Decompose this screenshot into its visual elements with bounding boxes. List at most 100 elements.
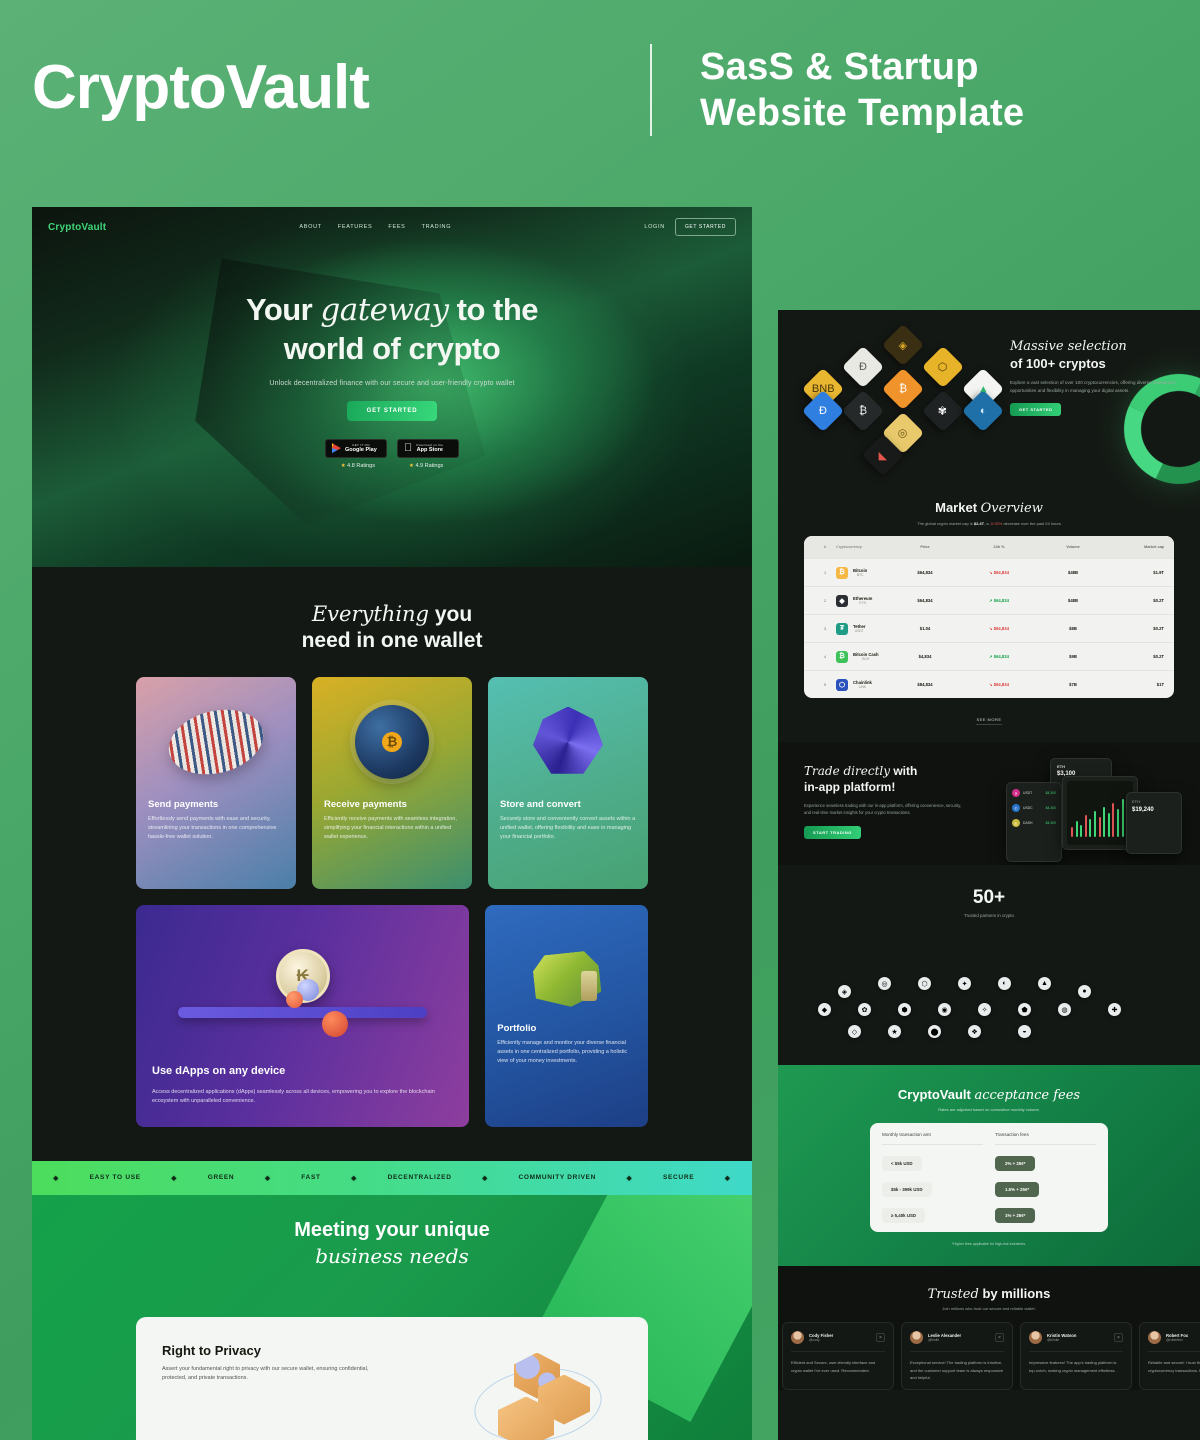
feature-card-dapps[interactable]: ₭ Use dApps on any device Access decentr… bbox=[136, 904, 470, 1127]
see-more-button[interactable]: SEE MORE bbox=[976, 717, 1002, 725]
partner-logo[interactable]: ⬤ bbox=[928, 1025, 941, 1039]
ticker-item: FAST bbox=[301, 1174, 321, 1181]
fee-amount: $5k - 399k USD bbox=[882, 1182, 932, 1198]
testimonial-handle: @robertfox bbox=[1166, 1338, 1183, 1343]
partner-logo[interactable]: ⬢ bbox=[898, 1003, 911, 1017]
fees-heading-emphasis: acceptance fees bbox=[974, 1088, 1081, 1104]
banner-subtitle-line2: Website Template bbox=[700, 92, 1025, 135]
hero-content: Your gateway to the world of crypto Unlo… bbox=[32, 247, 752, 469]
feature-card-receive[interactable]: ₿ Receive payments Efficiently receive p… bbox=[312, 676, 472, 889]
close-icon[interactable]: × bbox=[1114, 1333, 1123, 1343]
store-badge-apple-icon[interactable]:  Download on theApp Store bbox=[397, 438, 459, 458]
nav-link-about[interactable]: ABOUT bbox=[299, 224, 321, 230]
testimonial-card[interactable]: Robert Fox@robertfox × Reliable and secu… bbox=[1139, 1322, 1200, 1391]
row-volume: $48B bbox=[1067, 570, 1078, 575]
avatar bbox=[1029, 1331, 1042, 1345]
testimonials-section: Trusted by millions Join millions who tr… bbox=[778, 1266, 1200, 1391]
features-section: Everything you need in one wallet Send p… bbox=[32, 567, 752, 1127]
table-row[interactable]: 2 ◆ Ethereum ETH $64,834 ↗ $64,834 $48B $… bbox=[804, 586, 1174, 614]
close-icon[interactable]: × bbox=[876, 1333, 885, 1343]
partner-logo[interactable]: ★ bbox=[888, 1025, 901, 1039]
trading-app-screens: ETH $3,100 ₮ USDT $4,300 © USDC $4,300 Ð… bbox=[996, 758, 1186, 868]
token-symbol: USDC bbox=[1023, 806, 1033, 810]
fee-value: 1.5% + 25¢* bbox=[995, 1182, 1040, 1198]
feature-cards-row-2: ₭ Use dApps on any device Access decentr… bbox=[32, 889, 752, 1127]
close-icon[interactable]: × bbox=[995, 1333, 1004, 1343]
table-row[interactable]: 3 ₮ Tether USDT $1.04 ↘ $64,834 $8B $0.2T bbox=[804, 614, 1174, 642]
candlestick-chart bbox=[1067, 781, 1133, 845]
partner-logo[interactable]: ◒ bbox=[1018, 1025, 1031, 1039]
nav-link-features[interactable]: FEATURES bbox=[338, 224, 373, 230]
table-row[interactable]: 4 ₿ Bitcoin Cash BCH $4,834 ↗ $64,834 $9B… bbox=[804, 642, 1174, 670]
partner-logo[interactable]: ✦ bbox=[958, 977, 971, 991]
massive-heading-emphasis: Massive selection bbox=[1010, 339, 1127, 354]
row-volume: $7B bbox=[1069, 682, 1077, 687]
market-cap-post: decrease over the past 24 hours bbox=[1002, 521, 1061, 526]
partner-logo[interactable]: ✧ bbox=[978, 1003, 991, 1017]
nav-login-link[interactable]: LOGIN bbox=[644, 224, 665, 230]
privacy-card[interactable]: Right to Privacy Assert your fundamental… bbox=[136, 1316, 648, 1440]
partner-logo[interactable]: ◎ bbox=[878, 977, 891, 991]
fee-amount: ≥ 5,40k USD bbox=[882, 1208, 926, 1224]
partner-logo[interactable]: ❖ bbox=[968, 1025, 981, 1039]
market-table-body: 1 ₿ Bitcoin BTC $64,834 ↘ $64,834 $48B $1… bbox=[804, 558, 1174, 698]
balance-bar bbox=[178, 1006, 428, 1018]
banner-divider bbox=[650, 44, 652, 136]
bitcoin-grey-icon[interactable]: ₿ bbox=[841, 389, 885, 433]
nav-link-fees[interactable]: FEES bbox=[388, 224, 405, 230]
column-market-cap: Market cap bbox=[1144, 545, 1164, 549]
start-trading-button[interactable]: START TRADING bbox=[804, 826, 861, 840]
nav-link-trading[interactable]: TRADING bbox=[422, 224, 452, 230]
ticker-item: EASY TO USE bbox=[89, 1174, 141, 1181]
fees-section: CryptoVault acceptance fees Rates are ad… bbox=[778, 1065, 1200, 1267]
feature-card-body: Effortlessly send payments with ease and… bbox=[148, 815, 277, 840]
ethereum-diamond-icon: ◆ bbox=[482, 1174, 488, 1182]
testimonial-card[interactable]: Cody Fisher @cody × Efficient and Secure,… bbox=[782, 1322, 894, 1391]
hero-section: CryptoVault ABOUT FEATURES FEES TRADING LOG… bbox=[32, 207, 752, 567]
navbar: CryptoVault ABOUT FEATURES FEES TRADING LOG… bbox=[32, 207, 752, 247]
features-heading-line2: need in one wallet bbox=[301, 629, 483, 653]
trade-heading-rest: with bbox=[890, 764, 918, 778]
token-value: $4,300 bbox=[1045, 821, 1056, 825]
partner-logo[interactable]: ● bbox=[1078, 985, 1091, 999]
feature-card-send[interactable]: Send payments Effortlessly send payments… bbox=[136, 676, 296, 889]
table-row[interactable]: 1 ₿ Bitcoin BTC $64,834 ↘ $64,834 $48B $1… bbox=[804, 558, 1174, 586]
partner-logo[interactable]: ⬟ bbox=[1018, 1003, 1031, 1017]
polygon-icon[interactable]: ◈ bbox=[881, 323, 925, 367]
token-symbol: USDT bbox=[1023, 791, 1033, 795]
partner-logo[interactable]: ◍ bbox=[1058, 1003, 1071, 1017]
partner-logo[interactable]: ◉ bbox=[938, 1003, 951, 1017]
nav-get-started-button[interactable]: GET STARTED bbox=[674, 218, 736, 236]
dogecoin-icon[interactable]: Ð bbox=[841, 345, 885, 389]
trade-body: Experience seamless trading with our in-… bbox=[804, 802, 962, 816]
testimonial-card[interactable]: Leslie Alexander @leslie × Exceptional se… bbox=[901, 1322, 1013, 1391]
store-badge-google-play-icon[interactable]: GET IT ON Google Play bbox=[325, 438, 387, 458]
row-change: ↘ $64,834 bbox=[989, 626, 1009, 631]
partner-logo[interactable]: ◈ bbox=[838, 985, 851, 999]
testimonial-body: Reliable and secure! I trust this wallet… bbox=[1148, 1351, 1200, 1374]
hero-get-started-button[interactable]: GET STARTED bbox=[346, 400, 438, 421]
balance-symbol: ETH bbox=[1132, 799, 1140, 804]
chainlink-icon[interactable]: ⬡ bbox=[921, 345, 965, 389]
feature-card-store[interactable]: Store and convert Securely store and con… bbox=[488, 676, 648, 889]
gear-token-icon[interactable]: ✾ bbox=[921, 389, 965, 433]
partner-logo[interactable]: ◐ bbox=[998, 977, 1011, 991]
partner-logo[interactable]: ✚ bbox=[1108, 1003, 1121, 1017]
partner-logo[interactable]: ▲ bbox=[1038, 977, 1051, 991]
partner-logo[interactable]: ◇ bbox=[848, 1025, 861, 1039]
row-coin-symbol: BCH bbox=[862, 657, 870, 661]
tether-icon: ₮ bbox=[836, 622, 848, 635]
feature-card-portfolio[interactable]: Portfolio Efficiently manage and monitor… bbox=[485, 904, 648, 1127]
nav-logo[interactable]: CryptoVault bbox=[48, 222, 106, 233]
feature-ticker-bar: ◆ EASY TO USE ◆ GREEN ◆ FAST ◆ DECENTRALIZED ◆ CO… bbox=[32, 1160, 752, 1195]
massive-get-started-button[interactable]: GET STARTED bbox=[1010, 403, 1062, 417]
bitcoin-icon[interactable]: ₿ bbox=[881, 367, 925, 411]
partner-logo[interactable]: ⬡ bbox=[918, 977, 931, 991]
table-row[interactable]: 5 ⬡ Chainlink LINK $84,834 ↘ $64,834 $7B … bbox=[804, 670, 1174, 698]
ethereum-diamond-icon: ◆ bbox=[171, 1174, 178, 1182]
striped-sphere-art bbox=[136, 683, 296, 801]
partner-logo[interactable]: ◆ bbox=[818, 1003, 831, 1017]
testimonial-card[interactable]: Kristin Watson @kristin × Impressive feat… bbox=[1020, 1322, 1132, 1391]
row-volume: $48B bbox=[1067, 598, 1078, 603]
partner-logo[interactable]: ✿ bbox=[858, 1003, 871, 1017]
